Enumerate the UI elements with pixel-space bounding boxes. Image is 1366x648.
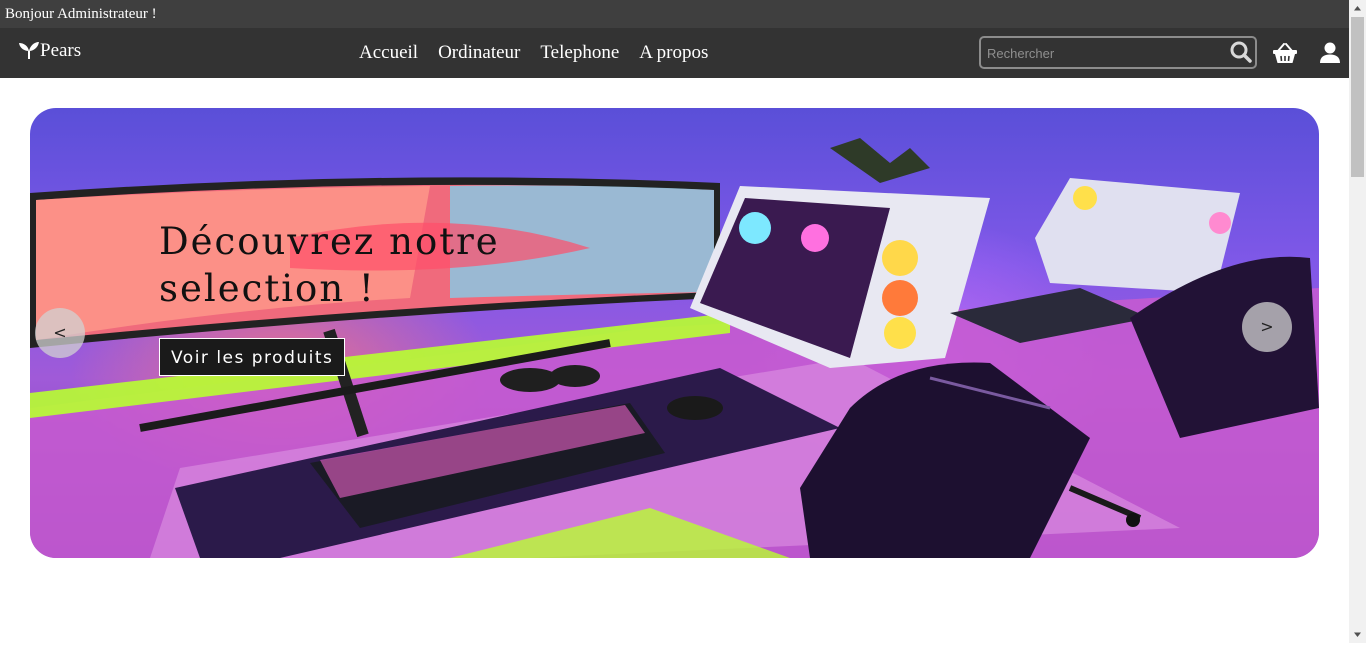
carousel-prev-button[interactable]: < (35, 308, 85, 358)
hero-carousel: Découvrez notre selection ! Voir les pro… (30, 108, 1319, 558)
leaf-logo-icon (19, 42, 39, 60)
search-input[interactable] (985, 38, 1229, 69)
main-nav: Accueil Ordinateur Telephone A propos (349, 28, 718, 78)
greeting-bar: Bonjour Administrateur ! (0, 0, 1349, 28)
brand-logo[interactable]: Pears (19, 40, 81, 62)
scroll-up-arrow-icon[interactable] (1349, 0, 1366, 17)
scroll-down-arrow-icon[interactable] (1349, 626, 1366, 643)
greeting-text: Bonjour Administrateur ! (5, 6, 157, 22)
user-icon[interactable] (1320, 42, 1340, 64)
carousel-next-button[interactable]: > (1242, 302, 1292, 352)
search-icon[interactable] (1230, 41, 1252, 63)
hero-image (30, 138, 1319, 558)
basket-icon[interactable] (1273, 43, 1297, 64)
nav-link-ordinateur[interactable]: Ordinateur (428, 42, 530, 64)
navbar: Pears Accueil Ordinateur Telephone A pro… (0, 28, 1349, 78)
vertical-scrollbar[interactable] (1349, 0, 1366, 643)
nav-link-a-propos[interactable]: A propos (629, 42, 718, 64)
page: Bonjour Administrateur ! Pears Accueil O… (0, 0, 1349, 643)
carousel-next-label: > (1260, 317, 1274, 336)
hero-title: Découvrez notre selection ! (159, 220, 500, 310)
scroll-thumb[interactable] (1351, 17, 1364, 177)
nav-link-accueil[interactable]: Accueil (349, 42, 428, 64)
brand-name: Pears (40, 40, 82, 61)
view-products-button[interactable]: Voir les produits (159, 338, 346, 376)
nav-link-telephone[interactable]: Telephone (530, 42, 629, 64)
carousel-prev-label: < (53, 323, 67, 342)
search-box (979, 36, 1257, 69)
